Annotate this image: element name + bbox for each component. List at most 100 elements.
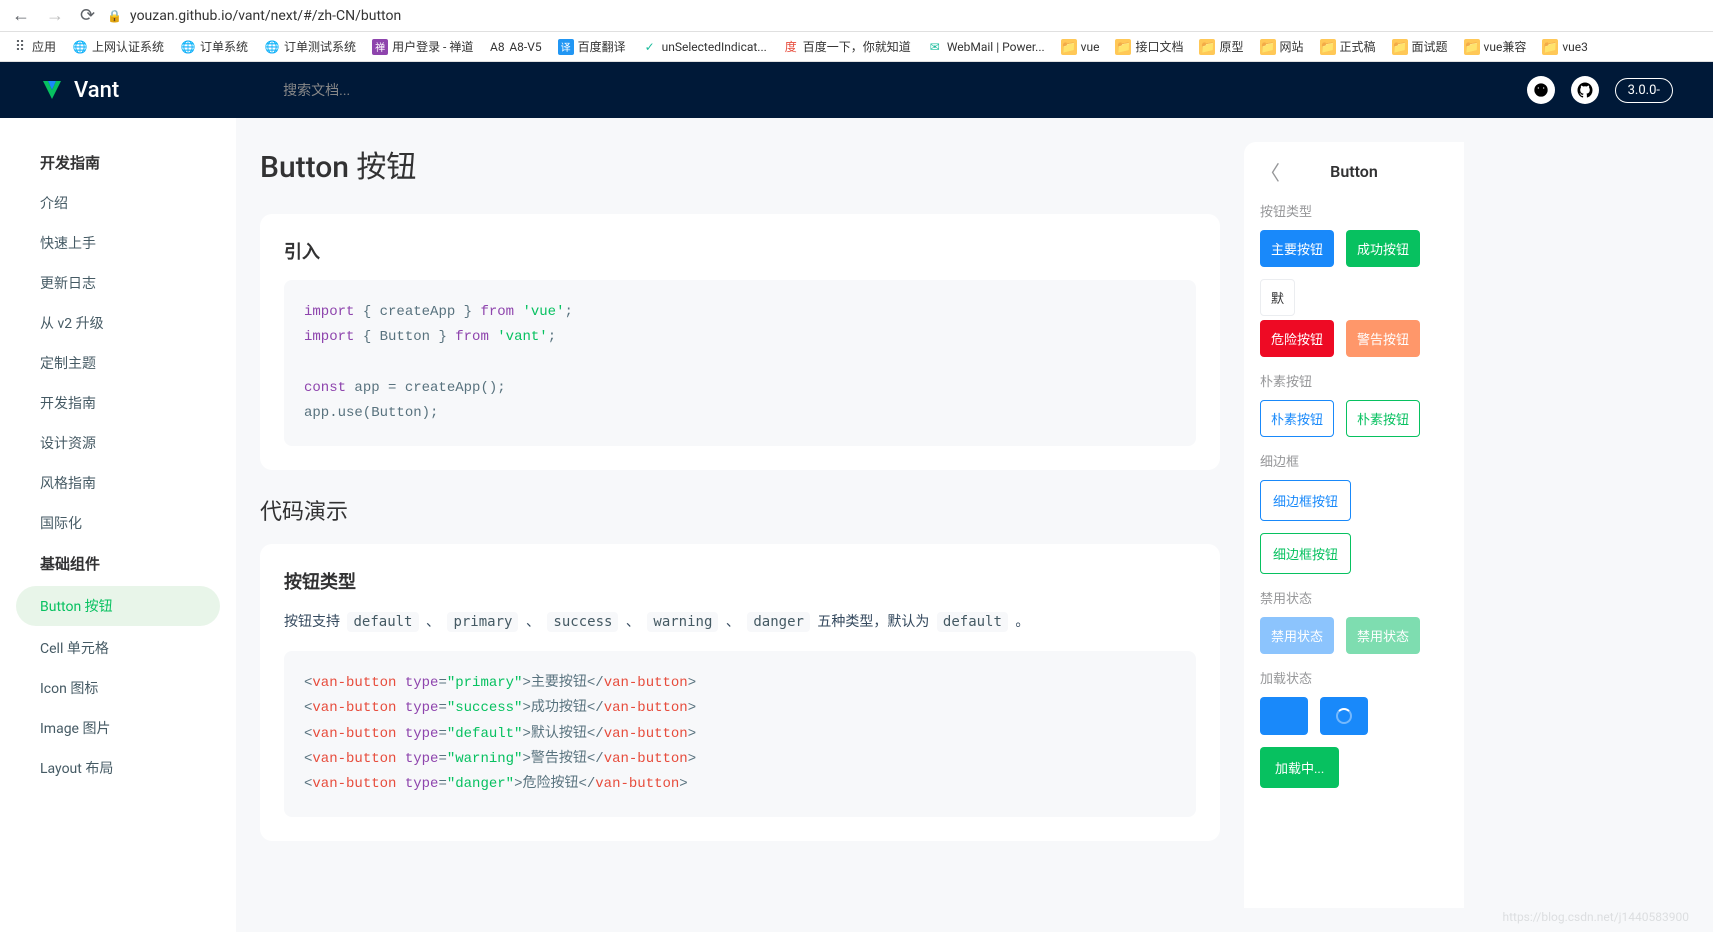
back-icon[interactable]: ← xyxy=(8,5,34,26)
sidebar-item[interactable]: 快速上手 xyxy=(0,223,236,263)
bookmark-label: vue兼容 xyxy=(1484,38,1527,55)
bookmark-label: 原型 xyxy=(1219,38,1243,55)
github-icon[interactable] xyxy=(1571,76,1599,104)
preview-btn-danger[interactable]: 危险按钮 xyxy=(1260,320,1334,357)
bookmark-icon: A8 xyxy=(489,39,505,55)
bookmark-icon: ⠿ xyxy=(12,39,28,55)
preview-btn-plain-primary[interactable]: 朴素按钮 xyxy=(1260,400,1334,437)
demo-heading: 代码演示 xyxy=(260,494,1220,526)
url-text: youzan.github.io/vant/next/#/zh-CN/butto… xyxy=(130,8,401,24)
bookmark-icon: 📁 xyxy=(1199,39,1215,55)
import-heading: 引入 xyxy=(284,238,1196,264)
bookmark-label: 应用 xyxy=(32,38,56,55)
browser-nav-bar: ← → ⟳ 🔒 youzan.github.io/vant/next/#/zh-… xyxy=(0,0,1713,32)
bookmark-icon: 🌐 xyxy=(180,39,196,55)
preview-btn-loading-2[interactable] xyxy=(1320,697,1368,735)
bookmark-item[interactable]: 📁vue兼容 xyxy=(1464,38,1527,55)
preview-btn-hair-primary[interactable]: 细边框按钮 xyxy=(1260,480,1351,521)
reload-icon[interactable]: ⟳ xyxy=(76,5,99,26)
preview-btn-loading-1[interactable] xyxy=(1260,697,1308,735)
bookmark-label: 接口文档 xyxy=(1135,38,1183,55)
sidebar-item[interactable]: 开发指南 xyxy=(0,383,236,423)
type-desc: 按钮支持 default 、 primary 、 success 、 warni… xyxy=(284,610,1196,635)
bookmark-item[interactable]: 📁接口文档 xyxy=(1115,38,1183,55)
type-code: <van-button type="primary">主要按钮</van-but… xyxy=(284,651,1196,817)
sidebar-item[interactable]: Image 图片 xyxy=(0,708,236,748)
sidebar-item[interactable]: 定制主题 xyxy=(0,343,236,383)
bookmark-item[interactable]: 📁面试题 xyxy=(1392,38,1448,55)
preview-btn-default[interactable]: 默 xyxy=(1260,279,1295,316)
bookmark-item[interactable]: ⠿应用 xyxy=(12,38,56,55)
bookmark-item[interactable]: 📁正式稿 xyxy=(1320,38,1376,55)
bookmark-label: WebMail | Power... xyxy=(947,40,1045,54)
bookmark-item[interactable]: 🌐订单系统 xyxy=(180,38,248,55)
preview-btn-warning[interactable]: 警告按钮 xyxy=(1346,320,1420,357)
bookmark-icon: 📁 xyxy=(1260,39,1276,55)
bookmark-label: 订单测试系统 xyxy=(284,38,356,55)
bookmark-item[interactable]: 📁vue xyxy=(1061,39,1100,55)
preview-btn-disabled-primary[interactable]: 禁用状态 xyxy=(1260,617,1334,654)
preview-btn-plain-success[interactable]: 朴素按钮 xyxy=(1346,400,1420,437)
version-selector[interactable]: 3.0.0- xyxy=(1615,78,1673,103)
sidebar-item[interactable]: Cell 单元格 xyxy=(0,628,236,668)
brand-logo[interactable]: Vant xyxy=(40,78,119,103)
spinner-icon xyxy=(1336,708,1352,724)
bookmark-icon: ✓ xyxy=(642,39,658,55)
bookmark-icon: 📁 xyxy=(1320,39,1336,55)
sidebar-item[interactable]: Icon 图标 xyxy=(0,668,236,708)
bookmark-item[interactable]: 禅用户登录 - 禅道 xyxy=(372,38,473,55)
bookmark-label: 百度翻译 xyxy=(578,38,626,55)
wechat-icon[interactable] xyxy=(1527,76,1555,104)
sidebar-item[interactable]: 国际化 xyxy=(0,503,236,543)
preview-sec-type: 按钮类型 xyxy=(1260,201,1448,220)
bookmark-item[interactable]: A8A8-V5 xyxy=(489,39,541,55)
code-inline: success xyxy=(547,612,618,632)
bookmark-icon: 📁 xyxy=(1542,39,1558,55)
preview-back-icon[interactable]: 〈 xyxy=(1260,157,1280,186)
preview-btn-loading-3[interactable]: 加载中... xyxy=(1260,747,1339,788)
code-inline: primary xyxy=(447,612,518,632)
sidebar-item[interactable]: 风格指南 xyxy=(0,463,236,503)
preview-btn-disabled-success[interactable]: 禁用状态 xyxy=(1346,617,1420,654)
search-input[interactable]: 搜索文档... xyxy=(283,80,1502,100)
bookmark-item[interactable]: 📁 vue3 xyxy=(1542,39,1588,55)
preview-btn-success[interactable]: 成功按钮 xyxy=(1346,230,1420,267)
import-code: import { createApp } from 'vue'; import … xyxy=(284,280,1196,446)
forward-icon[interactable]: → xyxy=(42,5,68,26)
bookmark-item[interactable]: 度百度一下，你就知道 xyxy=(783,38,911,55)
brand-text: Vant xyxy=(74,78,119,103)
bookmark-icon: 译 xyxy=(558,39,574,55)
bookmark-label: 面试题 xyxy=(1412,38,1448,55)
sidebar-item[interactable]: 从 v2 升级 xyxy=(0,303,236,343)
sidebar-item[interactable]: Layout 布局 xyxy=(0,748,236,788)
code-inline: danger xyxy=(747,612,810,632)
bookmark-item[interactable]: 📁网站 xyxy=(1260,38,1304,55)
page-title: Button 按钮 xyxy=(260,142,1220,186)
bookmark-item[interactable]: ✓unSelectedIndicat... xyxy=(642,39,767,55)
bookmark-item[interactable]: 📁原型 xyxy=(1199,38,1243,55)
bookmark-item[interactable]: 🌐订单测试系统 xyxy=(264,38,356,55)
bookmark-label: 网站 xyxy=(1280,38,1304,55)
sidebar-item[interactable]: Button 按钮 xyxy=(16,586,220,626)
sidebar-section: 基础组件 xyxy=(0,543,236,584)
bookmark-icon: 📁 xyxy=(1464,39,1480,55)
site-header: Vant 搜索文档... 3.0.0- xyxy=(0,62,1713,118)
watermark: https://blog.csdn.net/j1440583900 xyxy=(1502,910,1689,924)
preview-title: Button xyxy=(1260,162,1448,181)
bookmark-item[interactable]: 译百度翻译 xyxy=(558,38,626,55)
preview-sec-disabled: 禁用状态 xyxy=(1260,588,1448,607)
bookmark-item[interactable]: ✉ WebMail | Power... xyxy=(927,39,1045,55)
sidebar-item[interactable]: 更新日志 xyxy=(0,263,236,303)
sidebar-item[interactable]: 设计资源 xyxy=(0,423,236,463)
sidebar: 开发指南介绍快速上手更新日志从 v2 升级定制主题开发指南设计资源风格指南国际化… xyxy=(0,118,236,932)
preview-btn-primary[interactable]: 主要按钮 xyxy=(1260,230,1334,267)
url-bar[interactable]: 🔒 youzan.github.io/vant/next/#/zh-CN/but… xyxy=(107,8,1705,24)
preview-btn-hair-success[interactable]: 细边框按钮 xyxy=(1260,533,1351,574)
sidebar-item[interactable]: 介绍 xyxy=(0,183,236,223)
bookmark-icon: 🌐 xyxy=(264,39,280,55)
bookmark-item[interactable]: 🌐上网认证系统 xyxy=(72,38,164,55)
bookmark-label: 订单系统 xyxy=(200,38,248,55)
preview-sec-hair: 细边框 xyxy=(1260,451,1448,470)
bookmark-icon: ✉ xyxy=(927,39,943,55)
bookmark-label: vue3 xyxy=(1562,40,1588,54)
